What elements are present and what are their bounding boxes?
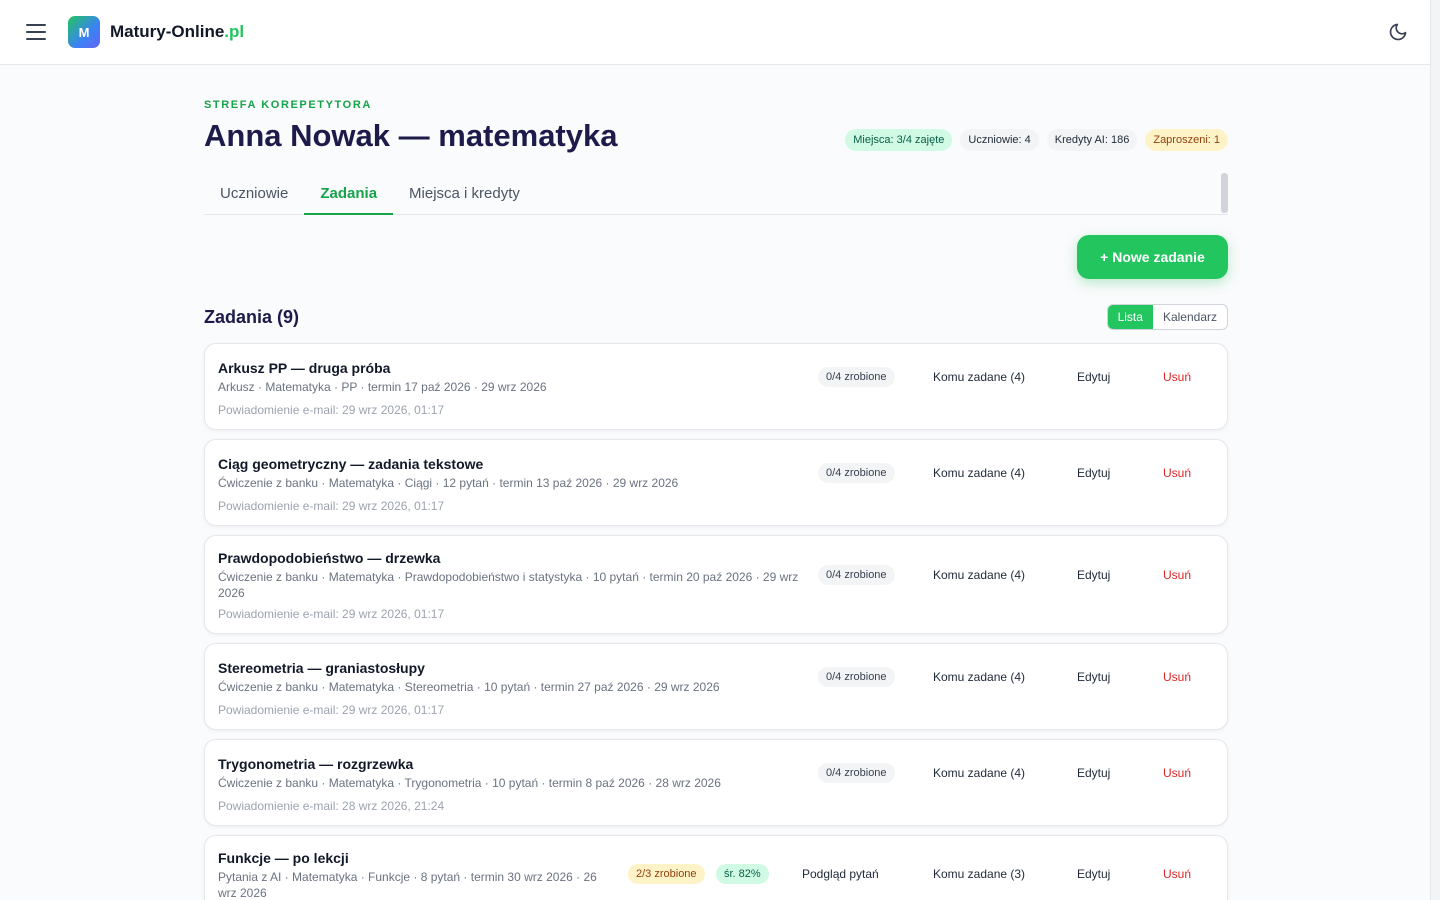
seats-badge: Miejsca: 3/4 zajęte	[845, 129, 953, 151]
task-meta: Ćwiczenie z banku · Matematyka · Stereom…	[218, 680, 720, 694]
menu-icon[interactable]	[26, 24, 46, 41]
task-card: Arkusz PP — druga próba Arkusz · Matemat…	[204, 343, 1228, 430]
brand-suffix[interactable]: .pl	[224, 22, 244, 41]
tabs-scrollbar[interactable]	[1221, 173, 1228, 213]
task-title: Stereometria — graniastosłupy	[218, 660, 425, 676]
page-title: Anna Nowak — matematyka	[204, 118, 618, 153]
task-notification: Powiadomienie e-mail: 29 wrz 2026, 01:17	[218, 403, 445, 417]
progress-badge: 0/4 zrobione	[818, 763, 895, 783]
brand-main[interactable]: Matury-Online	[110, 22, 224, 41]
brand-name[interactable]: Matury-Online.pl	[110, 22, 244, 42]
task-notification: Powiadomienie e-mail: 29 wrz 2026, 01:17	[218, 607, 445, 621]
assigned-link[interactable]: Komu zadane (4)	[933, 568, 1025, 582]
delete-link[interactable]: Usuń	[1163, 766, 1191, 780]
edit-link[interactable]: Edytuj	[1077, 568, 1110, 582]
tabs: Uczniowie Zadania Miejsca i kredyty	[204, 173, 1228, 215]
progress-badge: 0/4 zrobione	[818, 463, 895, 483]
task-notification: Powiadomienie e-mail: 28 wrz 2026, 21:24	[218, 799, 445, 813]
assigned-link[interactable]: Komu zadane (4)	[933, 466, 1025, 480]
dark-mode-icon[interactable]	[1388, 22, 1408, 42]
top-bar: M Matury-Online.pl	[0, 0, 1430, 65]
view-list-button[interactable]: Lista	[1107, 305, 1153, 329]
stats-badges: Miejsca: 3/4 zajęte Uczniowie: 4 Kredyty…	[845, 129, 1228, 151]
assigned-link[interactable]: Komu zadane (4)	[933, 370, 1025, 384]
task-notification: Powiadomienie e-mail: 29 wrz 2026, 01:17	[218, 703, 445, 717]
tab-seats-credits[interactable]: Miejsca i kredyty	[393, 173, 536, 215]
eyebrow: STREFA KOREPETYTORA	[204, 99, 372, 111]
edit-link[interactable]: Edytuj	[1077, 670, 1110, 684]
task-notification: Powiadomienie e-mail: 29 wrz 2026, 01:17	[218, 499, 445, 513]
delete-link[interactable]: Usuń	[1163, 867, 1191, 881]
edit-link[interactable]: Edytuj	[1077, 766, 1110, 780]
delete-link[interactable]: Usuń	[1163, 568, 1191, 582]
task-card: Stereometria — graniastosłupy Ćwiczenie …	[204, 643, 1228, 730]
progress-badge: 2/3 zrobione	[628, 864, 705, 884]
task-card: Ciąg geometryczny — zadania tekstowe Ćwi…	[204, 439, 1228, 526]
edit-link[interactable]: Edytuj	[1077, 370, 1110, 384]
task-title: Prawdopodobieństwo — drzewka	[218, 550, 441, 566]
task-card: Prawdopodobieństwo — drzewka Ćwiczenie z…	[204, 535, 1228, 634]
task-meta: Ćwiczenie z banku · Matematyka · Ciągi ·…	[218, 476, 679, 490]
tab-tasks[interactable]: Zadania	[304, 173, 394, 215]
task-title: Funkcje — po lekcji	[218, 850, 349, 866]
view-toggle: Lista Kalendarz	[1106, 304, 1228, 330]
progress-badge: 0/4 zrobione	[818, 367, 895, 387]
logo[interactable]: M	[68, 16, 100, 48]
task-title: Arkusz PP — druga próba	[218, 360, 391, 376]
progress-badge: 0/4 zrobione	[818, 565, 895, 585]
view-calendar-button[interactable]: Kalendarz	[1153, 305, 1227, 329]
task-meta: Arkusz · Matematyka · PP · termin 17 paź…	[218, 380, 547, 394]
preview-questions-link[interactable]: Podgląd pytań	[802, 867, 879, 881]
average-score-badge: śr. 82%	[716, 864, 769, 884]
students-badge: Uczniowie: 4	[960, 129, 1039, 151]
invited-badge: Zaproszeni: 1	[1145, 129, 1228, 151]
edit-link[interactable]: Edytuj	[1077, 867, 1110, 881]
delete-link[interactable]: Usuń	[1163, 466, 1191, 480]
tab-students[interactable]: Uczniowie	[204, 173, 304, 215]
task-card: Trygonometria — rozgrzewka Ćwiczenie z b…	[204, 739, 1228, 826]
assigned-link[interactable]: Komu zadane (4)	[933, 766, 1025, 780]
delete-link[interactable]: Usuń	[1163, 370, 1191, 384]
task-title: Trygonometria — rozgrzewka	[218, 756, 414, 772]
assigned-link[interactable]: Komu zadane (3)	[933, 867, 1025, 881]
task-card: Funkcje — po lekcji Pytania z AI · Matem…	[204, 835, 1228, 900]
task-meta: Pytania z AI · Matematyka · Funkcje · 8 …	[218, 870, 597, 900]
section-title: Zadania (9)	[204, 307, 300, 327]
task-meta: Ćwiczenie z banku · Matematyka · Trygono…	[218, 776, 721, 790]
page-scrollbar[interactable]	[1430, 0, 1440, 900]
progress-badge: 0/4 zrobione	[818, 667, 895, 687]
ai-credits-badge: Kredyty AI: 186	[1046, 129, 1138, 151]
delete-link[interactable]: Usuń	[1163, 670, 1191, 684]
task-meta: Ćwiczenie z banku · Matematyka · Prawdop…	[218, 570, 799, 600]
edit-link[interactable]: Edytuj	[1077, 466, 1110, 480]
assigned-link[interactable]: Komu zadane (4)	[933, 670, 1025, 684]
new-task-button[interactable]: + Nowe zadanie	[1077, 235, 1228, 279]
task-title: Ciąg geometryczny — zadania tekstowe	[218, 456, 484, 472]
